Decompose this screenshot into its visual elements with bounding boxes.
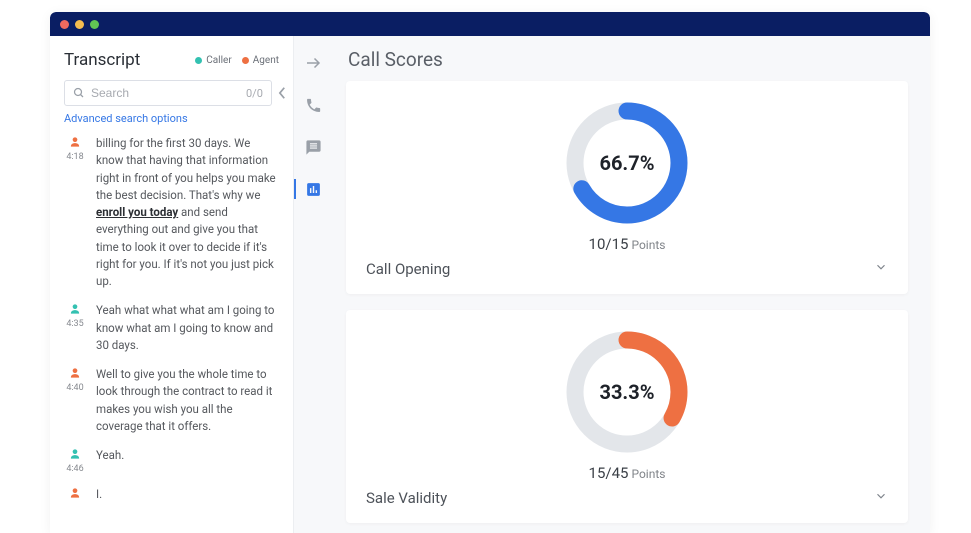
points-word: Points — [631, 467, 665, 481]
card-footer[interactable]: Sale Validity — [366, 488, 888, 507]
transcript-list[interactable]: 4:18 billing for the first 30 days. We kn… — [64, 129, 279, 533]
search-icon — [73, 87, 85, 99]
chart-icon[interactable] — [300, 176, 326, 202]
donut-chart: 33.3% — [561, 326, 693, 458]
agent-dot-icon — [242, 57, 249, 64]
action-strip — [294, 36, 332, 533]
score-card: 66.7% 10/15Points Call Opening — [346, 81, 908, 294]
legend-agent-label: Agent — [253, 55, 279, 66]
message-time: 4:46 — [66, 464, 83, 474]
person-icon — [68, 135, 82, 149]
message-time: 4:35 — [66, 319, 83, 329]
points-word: Points — [631, 238, 665, 252]
legend: Caller Agent — [195, 55, 279, 66]
person-icon — [68, 486, 82, 500]
message-text: Well to give you the whole time to look … — [96, 366, 279, 435]
message-meta — [64, 486, 86, 503]
legend-agent: Agent — [242, 55, 279, 66]
search-box[interactable]: 0/0 — [64, 80, 272, 106]
card-label: Sale Validity — [366, 489, 447, 507]
transcript-panel: Transcript Caller Agent 0/0 — [50, 36, 294, 533]
comment-icon[interactable] — [300, 134, 326, 160]
chevron-down-icon[interactable] — [874, 259, 888, 278]
message-meta: 4:46 — [64, 447, 86, 474]
message-time: 4:18 — [66, 152, 83, 162]
points-row: 15/45Points — [589, 464, 666, 482]
back-icon[interactable] — [300, 50, 326, 76]
search-count: 0/0 — [246, 87, 263, 100]
message-time: 4:40 — [66, 383, 83, 393]
transcript-message: 4:46 Yeah. — [64, 441, 279, 480]
search-row: 0/0 — [64, 80, 279, 106]
window-titlebar — [50, 12, 930, 36]
message-meta: 4:40 — [64, 366, 86, 435]
message-text: Yeah what what what am I going to know w… — [96, 302, 279, 354]
card-label: Call Opening — [366, 260, 450, 278]
donut-wrap: 66.7% 10/15Points — [366, 97, 888, 253]
donut-percent: 66.7% — [561, 97, 693, 229]
maximize-dot[interactable] — [90, 20, 99, 29]
person-icon — [68, 302, 82, 316]
card-footer[interactable]: Call Opening — [366, 259, 888, 278]
phone-icon[interactable] — [300, 92, 326, 118]
donut-chart: 66.7% — [561, 97, 693, 229]
window-controls — [60, 20, 99, 29]
advanced-search-link[interactable]: Advanced search options — [64, 112, 279, 125]
transcript-message: I. — [64, 480, 279, 509]
message-text: I. — [96, 486, 102, 503]
transcript-header: Transcript Caller Agent — [64, 50, 279, 70]
message-text: billing for the first 30 days. We know t… — [96, 135, 279, 290]
page-title: Call Scores — [348, 48, 908, 71]
person-icon — [68, 366, 82, 380]
points-value: 15/45 — [589, 464, 629, 482]
transcript-message: 4:35 Yeah what what what am I going to kn… — [64, 296, 279, 360]
minimize-dot[interactable] — [75, 20, 84, 29]
body-row: Transcript Caller Agent 0/0 — [50, 36, 930, 533]
transcript-title: Transcript — [64, 50, 140, 70]
chevron-down-icon[interactable] — [874, 488, 888, 507]
points-row: 10/15Points — [589, 235, 666, 253]
person-icon — [68, 447, 82, 461]
caller-dot-icon — [195, 57, 202, 64]
main-panel: Call Scores 66.7%10/15PointsCall Opening… — [332, 36, 930, 533]
search-prev-button[interactable] — [278, 80, 287, 106]
message-text: Yeah. — [96, 447, 124, 474]
donut-wrap: 33.3% 15/45Points — [366, 326, 888, 482]
donut-percent: 33.3% — [561, 326, 693, 458]
legend-caller: Caller — [195, 55, 232, 66]
close-dot[interactable] — [60, 20, 69, 29]
app-window: Transcript Caller Agent 0/0 — [50, 12, 930, 533]
message-meta: 4:18 — [64, 135, 86, 290]
cards-container: 66.7%10/15PointsCall Opening33.3%15/45Po… — [346, 81, 908, 533]
search-input[interactable] — [91, 86, 246, 100]
transcript-message: 4:40 Well to give you the whole time to l… — [64, 360, 279, 441]
transcript-message: 4:18 billing for the first 30 days. We kn… — [64, 129, 279, 296]
points-value: 10/15 — [589, 235, 629, 253]
message-meta: 4:35 — [64, 302, 86, 354]
score-card: 33.3% 15/45Points Sale Validity — [346, 310, 908, 523]
legend-caller-label: Caller — [206, 55, 232, 66]
